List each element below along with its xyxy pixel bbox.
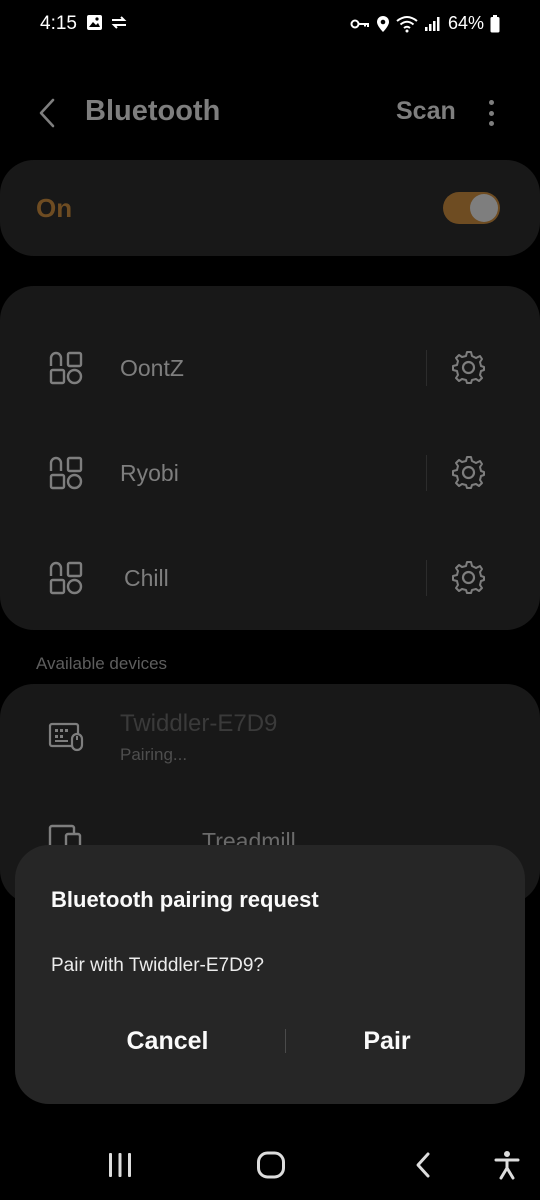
more-options-icon-dot bbox=[488, 121, 494, 126]
pairing-dialog: Bluetooth pairing request Pair with Twid… bbox=[15, 845, 525, 1104]
nav-back-button[interactable] bbox=[406, 1148, 440, 1182]
status-time: 4:15 bbox=[40, 13, 77, 34]
accessibility-button[interactable] bbox=[490, 1148, 524, 1182]
navigation-bar bbox=[0, 1130, 540, 1200]
gallery-icon bbox=[87, 15, 102, 30]
device-name: Chill bbox=[124, 565, 169, 591]
more-options-button[interactable] bbox=[478, 98, 504, 128]
gear-icon[interactable] bbox=[449, 453, 487, 491]
list-item[interactable]: Chill bbox=[0, 538, 540, 618]
paired-devices-list: OontZ Ryobi Chill bbox=[0, 286, 540, 630]
device-generic-icon bbox=[49, 351, 83, 385]
divider bbox=[426, 455, 427, 491]
back-icon bbox=[416, 1152, 430, 1178]
back-button[interactable] bbox=[30, 94, 64, 132]
list-item[interactable]: OontZ bbox=[0, 328, 540, 408]
list-item[interactable]: Ryobi bbox=[0, 433, 540, 513]
more-options-icon-dot bbox=[488, 110, 494, 116]
status-system-icons: 64% bbox=[350, 13, 500, 34]
toggle-thumb bbox=[470, 194, 498, 222]
cancel-button[interactable]: Cancel bbox=[35, 1011, 300, 1071]
home-button[interactable] bbox=[254, 1148, 288, 1182]
recents-icon bbox=[109, 1153, 131, 1177]
bluetooth-state-label: On bbox=[36, 193, 73, 223]
keyboard-mouse-icon bbox=[48, 722, 84, 752]
dialog-title: Bluetooth pairing request bbox=[51, 887, 319, 912]
location-icon bbox=[376, 15, 389, 32]
battery-icon bbox=[490, 14, 500, 32]
device-name: OontZ bbox=[120, 355, 184, 381]
more-options-icon bbox=[488, 100, 494, 105]
dialog-message: Pair with Twiddler-E7D9? bbox=[51, 955, 264, 976]
device-generic-icon bbox=[49, 561, 83, 595]
gear-icon[interactable] bbox=[449, 558, 487, 596]
page-title: Bluetooth bbox=[85, 95, 221, 127]
home-icon bbox=[257, 1151, 285, 1179]
divider bbox=[426, 350, 427, 386]
status-bar: 4:15 64% bbox=[0, 0, 540, 50]
app-bar: Bluetooth Scan bbox=[0, 80, 540, 146]
pair-button[interactable]: Pair bbox=[287, 1011, 487, 1071]
accessibility-icon bbox=[494, 1151, 520, 1180]
vpn-key-icon bbox=[350, 19, 369, 28]
battery-percentage: 64% bbox=[447, 13, 484, 33]
recents-button[interactable] bbox=[104, 1148, 136, 1182]
available-devices-header: Available devices bbox=[36, 654, 168, 673]
signal-icon bbox=[424, 16, 440, 31]
pairing-status: Pairing... bbox=[120, 745, 188, 764]
sync-icon bbox=[111, 16, 127, 29]
divider bbox=[426, 560, 427, 596]
back-arrow-icon bbox=[39, 98, 55, 128]
wifi-icon bbox=[396, 15, 418, 32]
status-notification-icons bbox=[86, 14, 128, 31]
list-item[interactable]: Twiddler-E7D9 Pairing... bbox=[0, 684, 540, 784]
gear-icon[interactable] bbox=[449, 348, 487, 386]
device-name: Twiddler-E7D9 bbox=[120, 710, 278, 737]
device-generic-icon bbox=[49, 456, 83, 490]
dialog-button-divider bbox=[285, 1029, 286, 1053]
bluetooth-toggle-switch[interactable] bbox=[443, 192, 500, 224]
scan-button[interactable]: Scan bbox=[396, 97, 456, 126]
device-name: Ryobi bbox=[120, 460, 179, 486]
